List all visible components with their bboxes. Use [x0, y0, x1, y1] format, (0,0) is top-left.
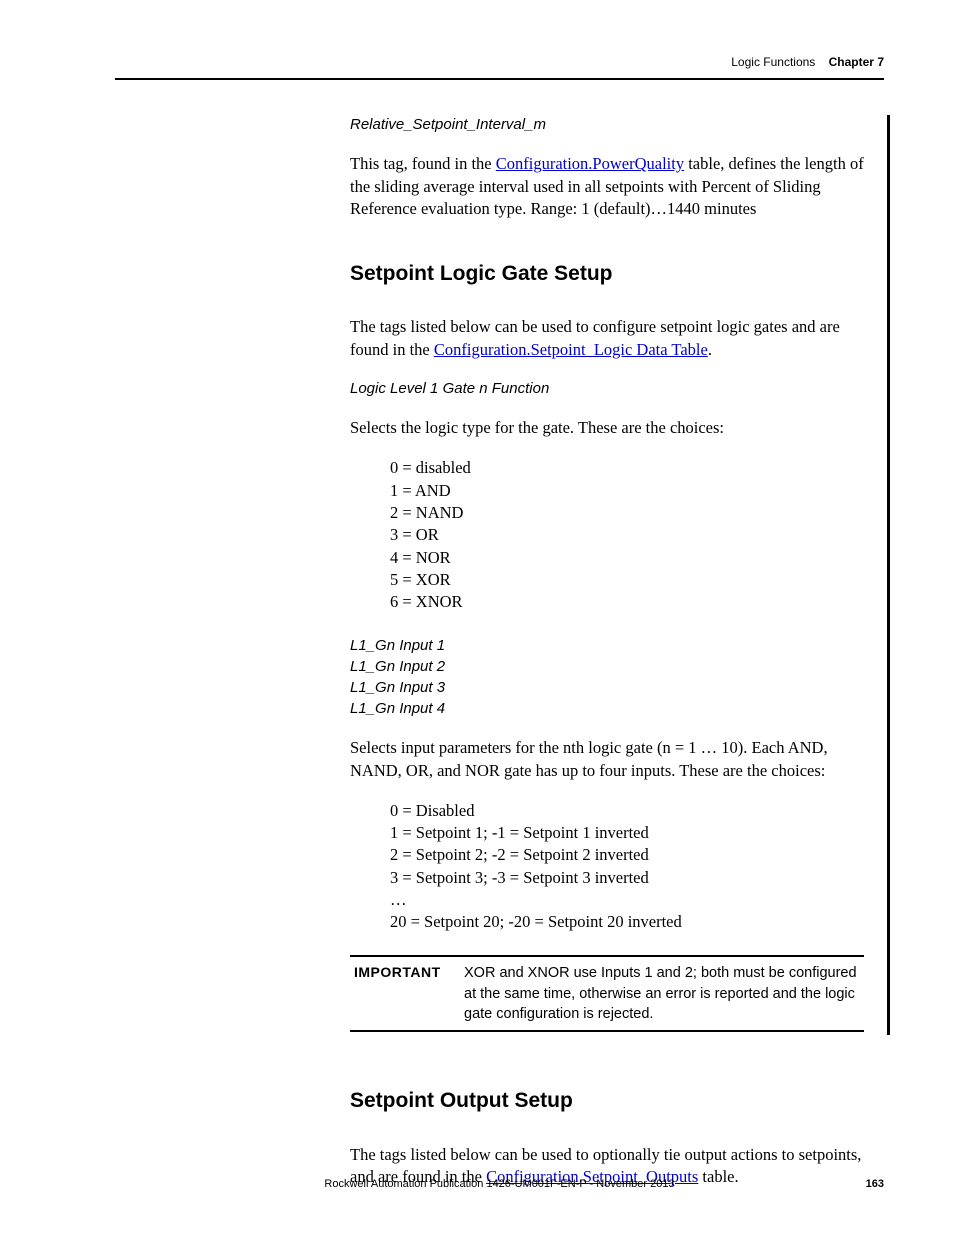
list-item: 6 = XNOR	[390, 591, 864, 613]
list-item: 3 = Setpoint 3; -3 = Setpoint 3 inverted	[390, 867, 864, 889]
list-item: 2 = Setpoint 2; -2 = Setpoint 2 inverted	[390, 844, 864, 866]
paragraph: This tag, found in the Configuration.Pow…	[350, 153, 864, 220]
gate-input-labels: L1_Gn Input 1 L1_Gn Input 2 L1_Gn Input …	[350, 635, 864, 719]
paragraph: Selects input parameters for the nth log…	[350, 737, 864, 782]
list-item: 1 = AND	[390, 480, 864, 502]
page: Logic Functions Chapter 7 Relative_Setpo…	[0, 0, 954, 1235]
link-config-setpoint-logic[interactable]: Configuration.Setpoint_Logic Data Table	[434, 340, 708, 359]
important-label: IMPORTANT	[350, 963, 464, 1024]
list-item: 0 = Disabled	[390, 800, 864, 822]
header-rule	[115, 78, 884, 80]
important-text: XOR and XNOR use Inputs 1 and 2; both mu…	[464, 963, 864, 1024]
list-item: 4 = NOR	[390, 547, 864, 569]
main-content: Relative_Setpoint_Interval_m This tag, f…	[350, 115, 864, 1228]
paragraph: The tags listed below can be used to con…	[350, 316, 864, 361]
header-chapter: Chapter 7	[829, 55, 884, 69]
list-item: L1_Gn Input 4	[350, 698, 864, 719]
heading-setpoint-output-setup: Setpoint Output Setup	[350, 1087, 864, 1115]
list-item: 2 = NAND	[390, 502, 864, 524]
list-item: L1_Gn Input 1	[350, 635, 864, 656]
important-callout: IMPORTANT XOR and XNOR use Inputs 1 and …	[350, 955, 864, 1032]
list-item: 20 = Setpoint 20; -20 = Setpoint 20 inve…	[390, 911, 864, 933]
heading-setpoint-logic-gate-setup: Setpoint Logic Gate Setup	[350, 260, 864, 288]
input-param-choices: 0 = Disabled 1 = Setpoint 1; -1 = Setpoi…	[390, 800, 864, 934]
list-item: 0 = disabled	[390, 457, 864, 479]
paragraph: Selects the logic type for the gate. The…	[350, 417, 864, 439]
list-item: …	[390, 889, 864, 911]
list-item: 3 = OR	[390, 524, 864, 546]
page-number: 163	[866, 1178, 884, 1190]
right-margin-rule	[887, 115, 890, 1035]
header-section: Logic Functions	[731, 55, 815, 69]
list-item: 1 = Setpoint 1; -1 = Setpoint 1 inverted	[390, 822, 864, 844]
subhead-logic-level-1: Logic Level 1 Gate n Function	[350, 379, 864, 399]
list-item: L1_Gn Input 2	[350, 656, 864, 677]
footer-publication: Rockwell Automation Publication 1426-UM0…	[115, 1178, 884, 1190]
subhead-relative-setpoint: Relative_Setpoint_Interval_m	[350, 115, 864, 135]
running-header: Logic Functions Chapter 7	[731, 55, 884, 69]
list-item: L1_Gn Input 3	[350, 677, 864, 698]
link-config-powerquality[interactable]: Configuration.PowerQuality	[496, 154, 684, 173]
logic-type-choices: 0 = disabled 1 = AND 2 = NAND 3 = OR 4 =…	[390, 457, 864, 613]
list-item: 5 = XOR	[390, 569, 864, 591]
